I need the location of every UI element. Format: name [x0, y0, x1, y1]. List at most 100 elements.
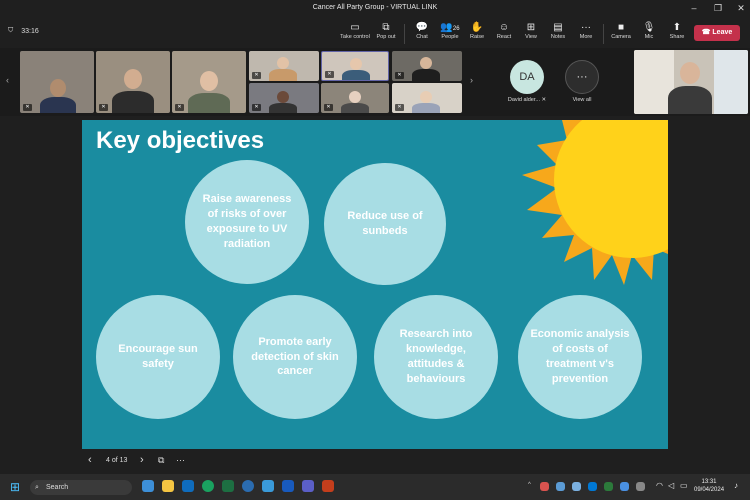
toolbar-divider [603, 24, 604, 44]
objective-bubble: Reduce use of sunbeds [324, 163, 446, 285]
objective-bubble: Economic analysis of costs of treatment … [518, 295, 642, 419]
participant-body [342, 70, 370, 80]
wifi-icon[interactable]: ◠ [656, 481, 663, 490]
view-all-button[interactable]: ··· [565, 60, 599, 94]
participant-head [420, 91, 432, 103]
participant-video-tile[interactable]: ✕ [392, 83, 462, 113]
react-button[interactable]: ☺ React [489, 22, 519, 40]
excel-app-icon[interactable] [222, 480, 234, 492]
todo-app-icon[interactable] [262, 480, 274, 492]
tray-app-icon[interactable] [540, 482, 549, 491]
slide-heading: Key objectives [96, 127, 265, 154]
more-button[interactable]: ··· More [571, 22, 601, 40]
slide-more-options[interactable]: ··· [176, 455, 185, 465]
window-title: Cancer All Party Group - VIRTUAL LINK [312, 4, 438, 11]
onedrive-icon[interactable] [572, 482, 581, 491]
file-explorer-icon[interactable] [162, 480, 174, 492]
participant-video-tile[interactable]: ✕ [249, 83, 319, 113]
participant-video-tile[interactable]: ✕ [172, 51, 246, 113]
tray-app-icon[interactable] [604, 482, 613, 491]
chat-icon: 💬 [415, 22, 429, 33]
pop-out-button[interactable]: ⧉ Pop out [371, 22, 401, 40]
minimize-button[interactable]: – [687, 3, 701, 13]
clock-date: 09/04/2024 [694, 486, 725, 493]
camera-button[interactable]: ■ Camera [606, 22, 636, 40]
camera-icon: ■ [617, 22, 625, 33]
restore-button[interactable]: ❐ [711, 3, 725, 14]
toolbar-divider [404, 24, 405, 44]
participant-body [341, 103, 369, 113]
windows-start-icon[interactable]: ⊞ [10, 480, 20, 494]
mic-muted-icon: ✕ [99, 104, 108, 111]
teams-app-icon[interactable] [302, 480, 314, 492]
gallery-next-arrow[interactable]: › [470, 75, 473, 85]
participant-video-tile[interactable]: ✕ [392, 51, 462, 81]
react-icon: ☺ [498, 22, 510, 33]
take-control-button[interactable]: ▭ Take control [340, 22, 370, 40]
clock-time: 13:31 [701, 479, 717, 485]
people-button[interactable]: 👥26 People [435, 22, 465, 40]
view-button[interactable]: ⊞ View [516, 22, 546, 40]
participant-head [349, 91, 361, 103]
objective-bubble: Promote early detection of skin cancer [233, 295, 357, 419]
meeting-toolbar: ⛉ 33:16 ▭ Take control ⧉ Pop out 💬 Chat 👥26… [0, 18, 750, 48]
participant-name: David alder... ✕ [507, 97, 547, 103]
shared-slide: Key objectives Raise awareness of risks … [82, 120, 668, 449]
participant-video-tile-active[interactable]: ✕ [321, 51, 389, 81]
leave-button[interactable]: ☎ Leave [694, 25, 740, 41]
title-bar: Cancer All Party Group - VIRTUAL LINK – … [0, 0, 750, 18]
mic-muted-icon: ✕ [175, 104, 184, 111]
view-icon: ⊞ [526, 22, 536, 33]
notification-bell-icon[interactable]: ♪ [734, 481, 738, 490]
system-clock[interactable]: 13:31 09/04/2024 [694, 479, 724, 495]
slide-thumbnails-icon[interactable]: ⧉ [158, 455, 164, 466]
participant-video-tile[interactable]: ✕ [249, 51, 319, 81]
participant-head [200, 71, 218, 91]
browser-app-icon[interactable] [202, 480, 214, 492]
participant-video-tile[interactable]: ✕ [96, 51, 170, 113]
gallery-prev-arrow[interactable]: ‹ [6, 75, 9, 85]
volume-icon[interactable]: ◁ [668, 481, 674, 490]
share-button[interactable]: ⬆ Share [662, 22, 692, 40]
participant-head [277, 57, 289, 69]
meeting-timer: ⛉ 33:16 [8, 27, 39, 35]
chat-button[interactable]: 💬 Chat [407, 22, 437, 40]
tray-app-icon[interactable] [588, 482, 597, 491]
word-app-icon[interactable] [282, 480, 294, 492]
participant-video-tile[interactable]: ✕ [321, 83, 389, 113]
shield-icon: ⛉ [8, 27, 14, 34]
tray-app-icon[interactable] [556, 482, 565, 491]
taskbar-search[interactable]: ⌕ Search [30, 480, 132, 495]
participant-head [277, 91, 289, 103]
notes-icon: ▤ [553, 22, 563, 33]
tray-app-icon[interactable] [636, 482, 645, 491]
view-all-label: View all [572, 97, 592, 103]
participant-body [112, 91, 154, 113]
notes-button[interactable]: ▤ Notes [543, 22, 573, 40]
edge-app-icon[interactable] [242, 480, 254, 492]
tray-overflow-icon[interactable]: ^ [528, 482, 531, 488]
more-icon: ··· [581, 22, 591, 33]
raise-hand-button[interactable]: ✋ Raise [462, 22, 492, 40]
slide-counter: 4 of 13 [106, 457, 128, 464]
participant-head [350, 58, 362, 70]
bluetooth-icon[interactable] [620, 482, 629, 491]
participant-head [50, 79, 66, 97]
mic-button[interactable]: 🎙 Mic [634, 22, 664, 40]
close-button[interactable]: ✕ [734, 3, 748, 14]
self-video-tile[interactable] [634, 50, 748, 114]
next-slide-button[interactable]: › [140, 454, 144, 466]
mic-muted-icon: ✕ [325, 71, 334, 78]
raise-hand-icon: ✋ [470, 22, 484, 33]
previous-slide-button[interactable]: ‹ [88, 454, 92, 466]
participant-body [269, 103, 297, 113]
battery-icon[interactable]: ▭ [680, 481, 688, 490]
objective-bubble: Encourage sun safety [96, 295, 220, 419]
widgets-app-icon[interactable] [142, 480, 154, 492]
participant-gallery: ‹ ✕ ✕ ✕ ✕ ✕ ✕ ✕ ✕ ✕ › [0, 48, 750, 116]
take-control-icon: ▭ [350, 22, 360, 33]
participant-avatar[interactable]: DA [510, 60, 544, 94]
outlook-app-icon[interactable] [182, 480, 194, 492]
participant-video-tile[interactable]: ✕ [20, 51, 94, 113]
powerpoint-app-icon[interactable] [322, 480, 334, 492]
